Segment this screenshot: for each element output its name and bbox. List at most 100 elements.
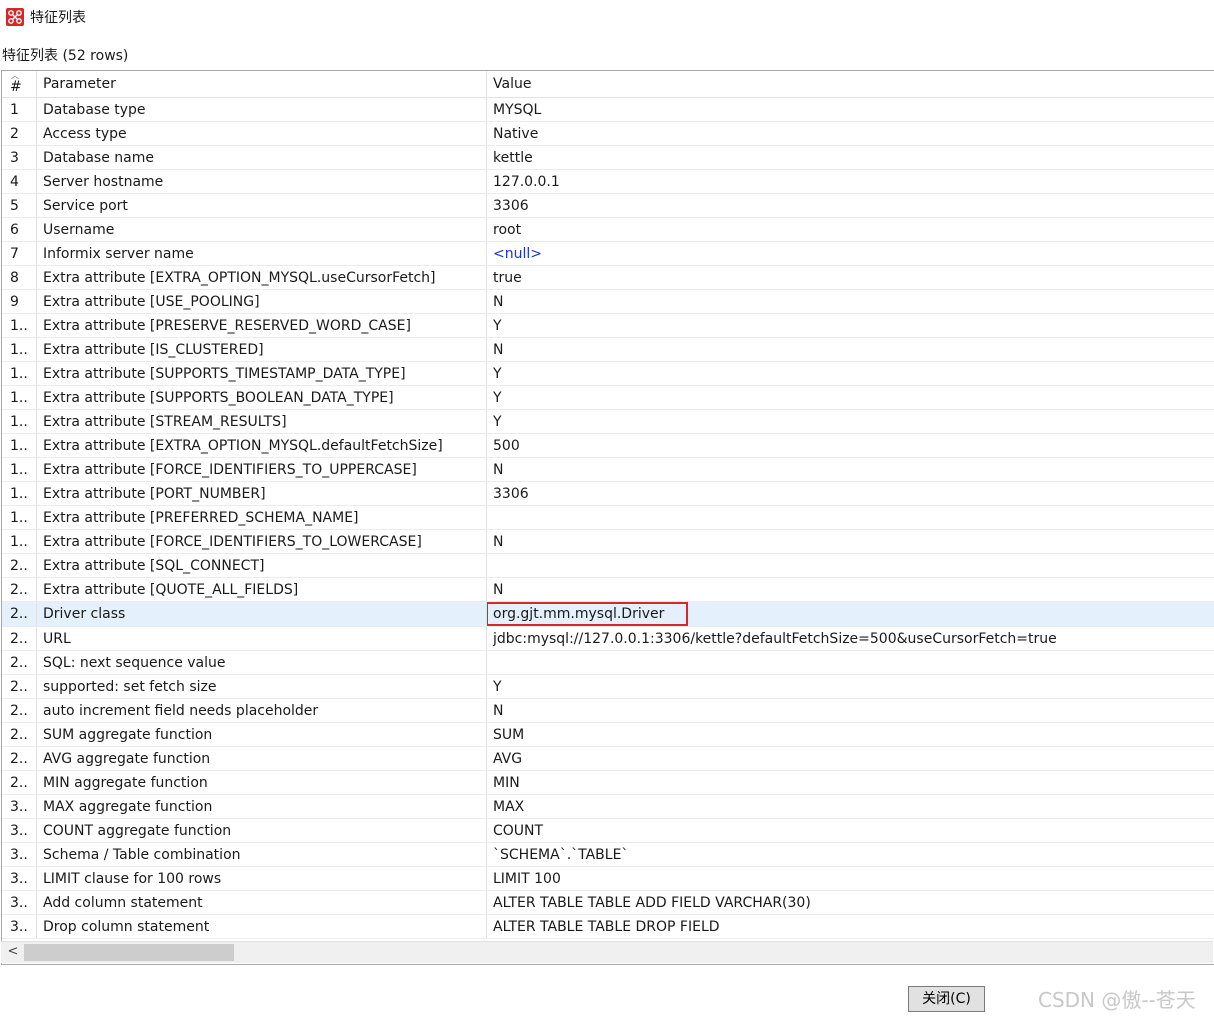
table-row[interactable]: 3.. Schema / Table combination `SCHEMA`.`T…: [2, 842, 1214, 867]
scrollbar-thumb[interactable]: [24, 944, 234, 961]
parameter-cell[interactable]: SQL: next sequence value: [36, 650, 487, 675]
table-row[interactable]: 8 Extra attribute [EXTRA_OPTION_MYSQL.use…: [2, 265, 1214, 290]
parameter-cell[interactable]: Database type: [36, 97, 487, 122]
column-header-parameter[interactable]: Parameter: [36, 71, 487, 98]
parameter-cell[interactable]: AVG aggregate function: [36, 746, 487, 771]
value-cell[interactable]: root: [486, 217, 1214, 242]
table-row[interactable]: 1.. Extra attribute [PORT_NUMBER] 3306: [2, 481, 1214, 506]
parameter-cell[interactable]: SUM aggregate function: [36, 722, 487, 747]
table-row[interactable]: 1.. Extra attribute [EXTRA_OPTION_MYSQL.d…: [2, 433, 1214, 458]
scroll-left-arrow-icon[interactable]: <: [5, 944, 21, 960]
value-cell[interactable]: MYSQL: [486, 97, 1214, 122]
parameter-cell[interactable]: Extra attribute [EXTRA_OPTION_MYSQL.useC…: [36, 265, 487, 290]
value-cell[interactable]: 500: [486, 433, 1214, 458]
value-cell[interactable]: LIMIT 100: [486, 866, 1214, 891]
value-cell[interactable]: ALTER TABLE TABLE ADD FIELD VARCHAR(30): [486, 890, 1214, 915]
value-cell[interactable]: N: [486, 457, 1214, 482]
value-cell[interactable]: N: [486, 337, 1214, 362]
table-row[interactable]: 2.. supported: set fetch size Y: [2, 674, 1214, 699]
parameter-cell[interactable]: Add column statement: [36, 890, 487, 915]
table-row[interactable]: 3.. Drop column statement ALTER TABLE TABL…: [2, 914, 1214, 939]
value-cell[interactable]: SUM: [486, 722, 1214, 747]
value-cell[interactable]: [486, 650, 1214, 675]
table-row[interactable]: 7 Informix server name <null>: [2, 241, 1214, 266]
horizontal-scrollbar[interactable]: <: [1, 941, 1213, 963]
column-header-value[interactable]: Value: [486, 71, 1214, 98]
parameter-cell[interactable]: Extra attribute [SUPPORTS_BOOLEAN_DATA_T…: [36, 385, 487, 410]
parameter-cell[interactable]: Extra attribute [EXTRA_OPTION_MYSQL.defa…: [36, 433, 487, 458]
value-cell[interactable]: Y: [486, 409, 1214, 434]
parameter-cell[interactable]: Username: [36, 217, 487, 242]
parameter-cell[interactable]: LIMIT clause for 100 rows: [36, 866, 487, 891]
table-row[interactable]: 3.. COUNT aggregate function COUNT: [2, 818, 1214, 843]
table-row[interactable]: 1.. Extra attribute [STREAM_RESULTS] Y: [2, 409, 1214, 434]
table-row[interactable]: 5 Service port 3306: [2, 193, 1214, 218]
table-row[interactable]: 1.. Extra attribute [PRESERVE_RESERVED_WO…: [2, 313, 1214, 338]
parameter-cell[interactable]: Extra attribute [IS_CLUSTERED]: [36, 337, 487, 362]
parameter-cell[interactable]: MAX aggregate function: [36, 794, 487, 819]
parameter-cell[interactable]: Extra attribute [FORCE_IDENTIFIERS_TO_LO…: [36, 529, 487, 554]
value-cell[interactable]: org.gjt.mm.mysql.Driver: [486, 601, 1214, 627]
parameter-cell[interactable]: Extra attribute [USE_POOLING]: [36, 289, 487, 314]
value-cell[interactable]: N: [486, 289, 1214, 314]
value-cell[interactable]: AVG: [486, 746, 1214, 771]
table-row[interactable]: 2.. Driver class org.gjt.mm.mysql.Driver: [2, 601, 1214, 627]
table-row[interactable]: 1.. Extra attribute [SUPPORTS_TIMESTAMP_D…: [2, 361, 1214, 386]
table-row[interactable]: 9 Extra attribute [USE_POOLING] N: [2, 289, 1214, 314]
value-cell[interactable]: N: [486, 529, 1214, 554]
table-row[interactable]: 2.. auto increment field needs placeholde…: [2, 698, 1214, 723]
value-cell[interactable]: N: [486, 698, 1214, 723]
table-row[interactable]: 3.. Add column statement ALTER TABLE TABLE…: [2, 890, 1214, 915]
parameter-cell[interactable]: COUNT aggregate function: [36, 818, 487, 843]
table-row[interactable]: 1.. Extra attribute [IS_CLUSTERED] N: [2, 337, 1214, 362]
table-row[interactable]: 2.. AVG aggregate function AVG: [2, 746, 1214, 771]
value-cell[interactable]: MAX: [486, 794, 1214, 819]
value-cell[interactable]: MIN: [486, 770, 1214, 795]
parameter-cell[interactable]: Extra attribute [FORCE_IDENTIFIERS_TO_UP…: [36, 457, 487, 482]
table-row[interactable]: 1.. Extra attribute [FORCE_IDENTIFIERS_TO…: [2, 457, 1214, 482]
table-row[interactable]: 2.. Extra attribute [QUOTE_ALL_FIELDS] N: [2, 577, 1214, 602]
value-cell[interactable]: Y: [486, 313, 1214, 338]
table-row[interactable]: 3.. MAX aggregate function MAX: [2, 794, 1214, 819]
parameter-cell[interactable]: MIN aggregate function: [36, 770, 487, 795]
value-cell[interactable]: Native: [486, 121, 1214, 146]
table-row[interactable]: 1.. Extra attribute [FORCE_IDENTIFIERS_TO…: [2, 529, 1214, 554]
column-header-number[interactable]: ︿ #: [2, 71, 37, 98]
parameter-cell[interactable]: Service port: [36, 193, 487, 218]
parameter-cell[interactable]: Database name: [36, 145, 487, 170]
value-cell[interactable]: Y: [486, 385, 1214, 410]
value-cell[interactable]: ALTER TABLE TABLE DROP FIELD: [486, 914, 1214, 939]
table-row[interactable]: 2.. SQL: next sequence value: [2, 650, 1214, 675]
value-cell[interactable]: <null>: [486, 241, 1214, 266]
parameter-cell[interactable]: Access type: [36, 121, 487, 146]
parameter-cell[interactable]: Extra attribute [QUOTE_ALL_FIELDS]: [36, 577, 487, 602]
value-cell[interactable]: 3306: [486, 193, 1214, 218]
parameter-cell[interactable]: Driver class: [36, 601, 487, 627]
table-row[interactable]: 2.. MIN aggregate function MIN: [2, 770, 1214, 795]
parameter-cell[interactable]: Extra attribute [PRESERVE_RESERVED_WORD_…: [36, 313, 487, 338]
value-cell[interactable]: kettle: [486, 145, 1214, 170]
value-cell[interactable]: 127.0.0.1: [486, 169, 1214, 194]
parameter-cell[interactable]: auto increment field needs placeholder: [36, 698, 487, 723]
value-cell[interactable]: `SCHEMA`.`TABLE`: [486, 842, 1214, 867]
table-row[interactable]: 3.. LIMIT clause for 100 rows LIMIT 100: [2, 866, 1214, 891]
value-cell[interactable]: jdbc:mysql://127.0.0.1:3306/kettle?defau…: [486, 626, 1214, 651]
parameter-cell[interactable]: Extra attribute [PREFERRED_SCHEMA_NAME]: [36, 505, 487, 530]
parameter-cell[interactable]: Informix server name: [36, 241, 487, 266]
parameter-cell[interactable]: Server hostname: [36, 169, 487, 194]
parameter-cell[interactable]: Extra attribute [PORT_NUMBER]: [36, 481, 487, 506]
parameter-cell[interactable]: Extra attribute [SQL_CONNECT]: [36, 553, 487, 578]
parameter-cell[interactable]: URL: [36, 626, 487, 651]
value-cell[interactable]: true: [486, 265, 1214, 290]
table-row[interactable]: 6 Username root: [2, 217, 1214, 242]
table-row[interactable]: 4 Server hostname 127.0.0.1: [2, 169, 1214, 194]
value-cell[interactable]: N: [486, 577, 1214, 602]
table-row[interactable]: 2.. URL jdbc:mysql://127.0.0.1:3306/kettle…: [2, 626, 1214, 651]
value-cell[interactable]: Y: [486, 361, 1214, 386]
value-cell[interactable]: [486, 505, 1214, 530]
parameter-cell[interactable]: Drop column statement: [36, 914, 487, 939]
table-row[interactable]: 3 Database name kettle: [2, 145, 1214, 170]
parameter-cell[interactable]: Extra attribute [SUPPORTS_TIMESTAMP_DATA…: [36, 361, 487, 386]
value-cell[interactable]: [486, 553, 1214, 578]
table-row[interactable]: 2.. Extra attribute [SQL_CONNECT]: [2, 553, 1214, 578]
